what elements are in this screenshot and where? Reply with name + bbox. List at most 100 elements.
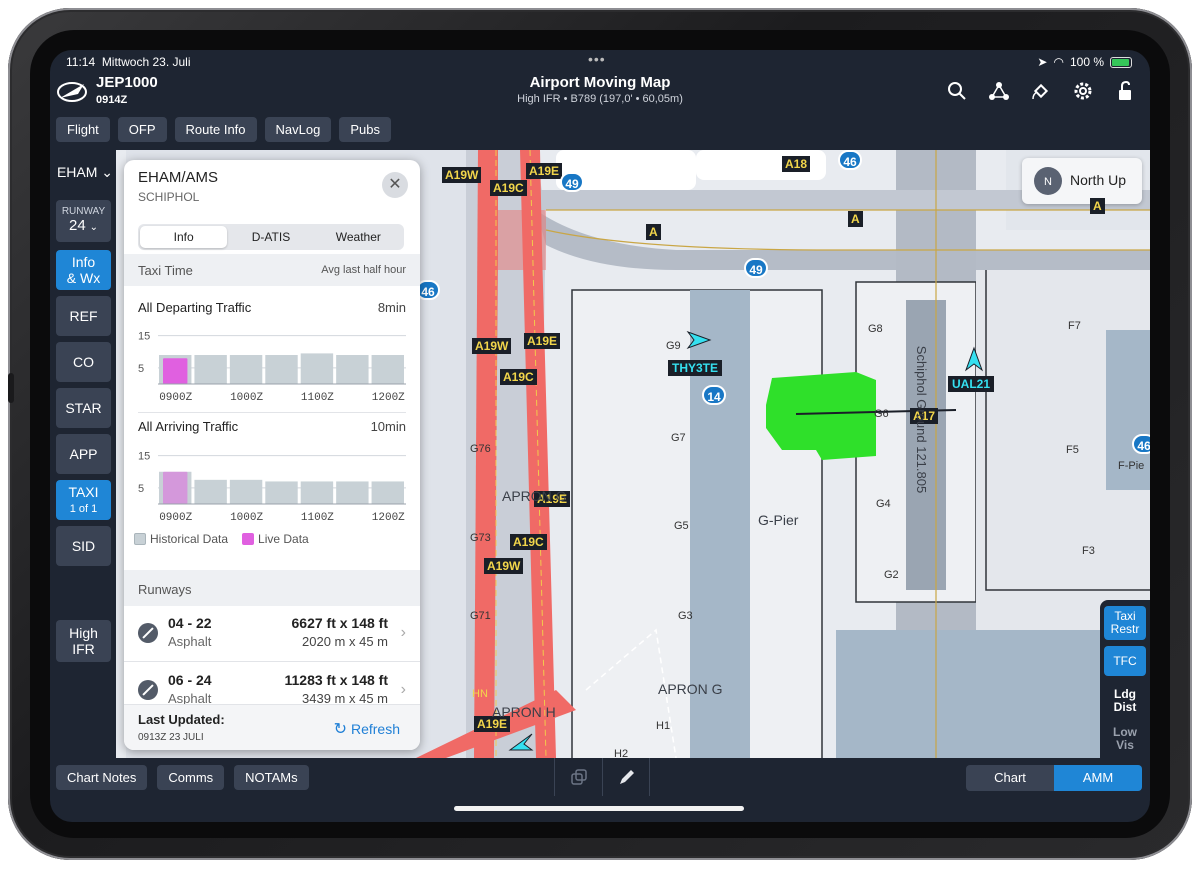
divider bbox=[138, 412, 406, 413]
taxi-time-header: Taxi Time Avg last half hour bbox=[124, 254, 420, 286]
tab-info[interactable]: Info bbox=[140, 226, 228, 248]
close-icon: ✕ bbox=[388, 176, 402, 193]
bar-historical bbox=[371, 355, 404, 384]
pencil-icon[interactable] bbox=[617, 767, 637, 787]
map-marker[interactable]: 49 bbox=[560, 172, 584, 192]
map-marker[interactable]: 46 bbox=[1132, 434, 1150, 454]
copy-icon[interactable] bbox=[569, 768, 589, 788]
airport-selector[interactable]: EHAM ⌄ bbox=[56, 164, 114, 181]
gear-icon[interactable] bbox=[1072, 80, 1094, 102]
sidebar-item-app[interactable]: APP bbox=[56, 434, 111, 474]
search-icon[interactable] bbox=[946, 80, 968, 102]
tfc-button[interactable]: TFC bbox=[1104, 646, 1146, 676]
nav-flight[interactable]: Flight bbox=[56, 117, 110, 142]
panel-subtitle: SCHIPHOL bbox=[138, 190, 200, 204]
departing-title: All Departing Traffic bbox=[138, 300, 252, 315]
status-time: 11:14 Mittwoch 23. Juli bbox=[66, 55, 191, 69]
refresh-button[interactable]: ↻ Refresh bbox=[334, 719, 400, 739]
runway-value: 24 bbox=[69, 217, 86, 234]
header: JEP1000 0914Z Airport Moving Map High IF… bbox=[50, 72, 1150, 112]
header-icons bbox=[946, 80, 1136, 102]
ldg-dist-button[interactable]: Ldg Dist bbox=[1104, 688, 1146, 718]
low-vis-button[interactable]: Low Vis bbox=[1104, 726, 1146, 756]
north-up-button[interactable]: N North Up bbox=[1022, 158, 1142, 204]
last-updated-label: Last Updated: bbox=[138, 712, 225, 727]
panel-footer: Last Updated: 0913Z 23 JULI ↻ Refresh bbox=[124, 704, 420, 750]
aircraft-callsign[interactable]: UAL21 bbox=[948, 376, 995, 392]
taxiway-label: A19E bbox=[524, 333, 561, 349]
multitask-dots[interactable]: ••• bbox=[588, 51, 606, 67]
nav-pubs[interactable]: Pubs bbox=[339, 117, 391, 142]
flight-id[interactable]: JEP1000 bbox=[96, 74, 158, 91]
sidebar-item-co[interactable]: CO bbox=[56, 342, 111, 382]
runways-label: Runways bbox=[138, 582, 192, 597]
panel-title: EHAM/AMS bbox=[138, 169, 219, 186]
comms-button[interactable]: Comms bbox=[157, 765, 225, 790]
taxiway-label: A18 bbox=[782, 156, 811, 172]
ownship-icon bbox=[508, 733, 534, 751]
satellite-icon[interactable] bbox=[1030, 80, 1052, 102]
y-tick-label: 5 bbox=[138, 363, 144, 375]
taxi-time-label: Taxi Time bbox=[138, 263, 193, 278]
apron-label: APRON H bbox=[492, 704, 556, 720]
y-tick-label: 5 bbox=[138, 483, 144, 495]
gate-label: G76 bbox=[470, 443, 491, 455]
sidebar-item-sid[interactable]: SID bbox=[56, 526, 111, 566]
chart-notes-button[interactable]: Chart Notes bbox=[56, 765, 148, 790]
gate-label: HN bbox=[472, 688, 488, 700]
notams-button[interactable]: NOTAMs bbox=[234, 765, 309, 790]
page-title: Airport Moving Map bbox=[529, 74, 671, 91]
route-network-icon[interactable] bbox=[988, 80, 1010, 102]
gate-label: G2 bbox=[884, 569, 899, 581]
gate-label: G5 bbox=[674, 520, 689, 532]
gate-label: G3 bbox=[678, 610, 693, 622]
bar-historical bbox=[300, 353, 334, 384]
sidebar-item-star[interactable]: STAR bbox=[56, 388, 111, 428]
close-button[interactable]: ✕ bbox=[382, 172, 408, 198]
map-marker[interactable]: 46 bbox=[838, 150, 862, 170]
taxiway-label: A bbox=[848, 211, 863, 227]
home-indicator[interactable] bbox=[454, 806, 744, 811]
legend-live: Live Data bbox=[242, 532, 309, 546]
aircraft-callsign[interactable]: THY3TE bbox=[668, 360, 723, 376]
gate-label: G9 bbox=[666, 340, 681, 352]
bar-historical bbox=[265, 355, 298, 384]
aircraft-icon[interactable] bbox=[964, 346, 984, 372]
nav-navlog[interactable]: NavLog bbox=[264, 117, 332, 142]
gate-label: G6 bbox=[874, 408, 889, 420]
taxiway-label: A19W bbox=[484, 558, 524, 574]
taxi-restr-button[interactable]: Taxi Restr bbox=[1104, 606, 1146, 640]
aircraft-icon[interactable] bbox=[686, 330, 712, 350]
x-tick-label: 0900Z bbox=[159, 512, 192, 524]
gate-label: F7 bbox=[1068, 320, 1081, 332]
apron-label: APRON G bbox=[658, 681, 723, 697]
x-tick-label: 1200Z bbox=[372, 512, 405, 524]
lock-icon[interactable] bbox=[1114, 80, 1136, 102]
x-tick-label: 1100Z bbox=[301, 392, 334, 404]
sidebar-item-info-wx[interactable]: Info & Wx bbox=[56, 250, 111, 290]
bar-live bbox=[163, 358, 188, 384]
sidebar-item-ref[interactable]: REF bbox=[56, 296, 111, 336]
gate-label: G71 bbox=[470, 610, 491, 622]
map-marker[interactable]: 49 bbox=[744, 258, 768, 278]
app-logo-icon[interactable] bbox=[56, 78, 88, 104]
runway-row[interactable]: 04 - 22 Asphalt 6627 ft x 148 ft 2020 m … bbox=[124, 606, 420, 662]
taxiway-label: A bbox=[1090, 198, 1105, 214]
nav-ofp[interactable]: OFP bbox=[117, 117, 167, 142]
side-button bbox=[8, 373, 14, 403]
tab-d-atis[interactable]: D-ATIS bbox=[227, 226, 314, 248]
toggle-chart[interactable]: Chart bbox=[966, 765, 1054, 791]
legend-historical: Historical Data bbox=[134, 532, 228, 546]
tab-weather[interactable]: Weather bbox=[315, 226, 402, 248]
gate-label: H1 bbox=[656, 720, 671, 732]
map-marker[interactable]: 14 bbox=[702, 385, 726, 405]
nav-route-info[interactable]: Route Info bbox=[174, 117, 257, 142]
sidebar-item-taxi[interactable]: TAXI 1 of 1 bbox=[56, 480, 111, 520]
north-up-label: North Up bbox=[1070, 172, 1127, 188]
bottom-mid-tools bbox=[554, 758, 650, 796]
toggle-amm[interactable]: AMM bbox=[1054, 765, 1142, 791]
runway-selector[interactable]: RUNWAY 24 ⌄ bbox=[56, 200, 111, 242]
sidebar-item-high-ifr[interactable]: High IFR bbox=[56, 620, 111, 662]
panel-tabs: Info D-ATIS Weather bbox=[138, 224, 404, 250]
status-right: ➤ ◠ 100 % bbox=[1037, 55, 1132, 69]
